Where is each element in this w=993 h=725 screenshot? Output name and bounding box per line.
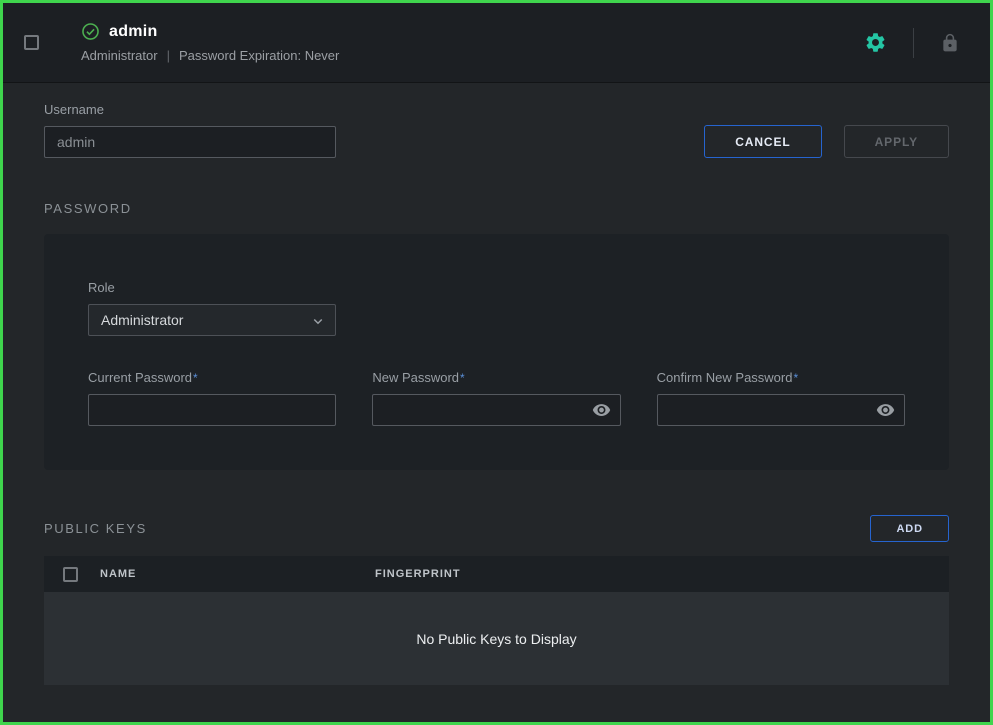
user-subtitle: Administrator | Password Expiration: Nev… (81, 48, 339, 63)
add-public-key-button[interactable]: ADD (870, 515, 949, 542)
public-keys-table: NAME FINGERPRINT No Public Keys to Displ… (44, 556, 949, 685)
empty-table-message: No Public Keys to Display (44, 592, 949, 685)
password-expiration-text: Password Expiration: Never (179, 48, 339, 63)
lock-button[interactable] (936, 29, 964, 57)
column-header-name: NAME (100, 568, 375, 580)
new-password-group: New Password* (372, 370, 620, 426)
user-role-text: Administrator (81, 48, 158, 63)
password-section-title: PASSWORD (44, 201, 949, 216)
current-password-input[interactable] (88, 394, 336, 426)
user-header: admin Administrator | Password Expiratio… (3, 3, 990, 83)
chevron-down-icon (309, 312, 327, 333)
username-label: Username (44, 102, 336, 117)
role-label: Role (88, 280, 336, 295)
subtitle-separator: | (167, 48, 170, 63)
toggle-confirm-password-visibility[interactable] (874, 399, 897, 422)
new-password-label: New Password* (372, 370, 620, 385)
current-password-label: Current Password* (88, 370, 336, 385)
check-circle-icon (81, 22, 100, 41)
public-keys-title: PUBLIC KEYS (44, 521, 147, 536)
header-actions (860, 27, 964, 58)
eye-icon (592, 401, 611, 420)
password-card: Role Administrator Current Password* (44, 234, 949, 470)
cancel-button[interactable]: CANCEL (704, 125, 821, 158)
role-field-group: Role Administrator (88, 280, 336, 336)
new-password-input[interactable] (372, 394, 620, 426)
eye-icon (876, 401, 895, 420)
required-marker: * (193, 371, 198, 385)
public-keys-header: PUBLIC KEYS ADD (44, 515, 949, 542)
username-input[interactable] (44, 126, 336, 158)
column-header-fingerprint: FINGERPRINT (375, 568, 461, 580)
required-marker: * (460, 371, 465, 385)
lock-icon (940, 33, 960, 53)
select-user-checkbox[interactable] (24, 35, 39, 50)
confirm-password-input[interactable] (657, 394, 905, 426)
gear-icon (864, 31, 887, 54)
header-divider (913, 28, 914, 58)
toggle-new-password-visibility[interactable] (590, 399, 613, 422)
select-all-keys-checkbox[interactable] (63, 567, 78, 582)
confirm-password-group: Confirm New Password* (657, 370, 905, 426)
user-details-panel: admin Administrator | Password Expiratio… (0, 0, 993, 725)
username-row: Username CANCEL APPLY (44, 102, 949, 158)
form-actions: CANCEL APPLY (704, 125, 949, 158)
password-fields: Current Password* New Password* (88, 370, 905, 426)
username-field-group: Username (44, 102, 336, 158)
public-keys-section: PUBLIC KEYS ADD NAME FINGERPRINT No Publ… (44, 515, 949, 685)
confirm-password-label: Confirm New Password* (657, 370, 905, 385)
role-select-value: Administrator (101, 312, 183, 328)
edit-form: Username CANCEL APPLY PASSWORD Role Admi… (3, 83, 990, 685)
current-password-group: Current Password* (88, 370, 336, 426)
public-keys-table-header: NAME FINGERPRINT (44, 556, 949, 592)
role-select[interactable]: Administrator (88, 304, 336, 336)
user-identity: admin Administrator | Password Expiratio… (81, 22, 339, 63)
settings-button[interactable] (860, 27, 891, 58)
required-marker: * (793, 371, 798, 385)
apply-button[interactable]: APPLY (844, 125, 949, 158)
username-title: admin (109, 23, 158, 41)
